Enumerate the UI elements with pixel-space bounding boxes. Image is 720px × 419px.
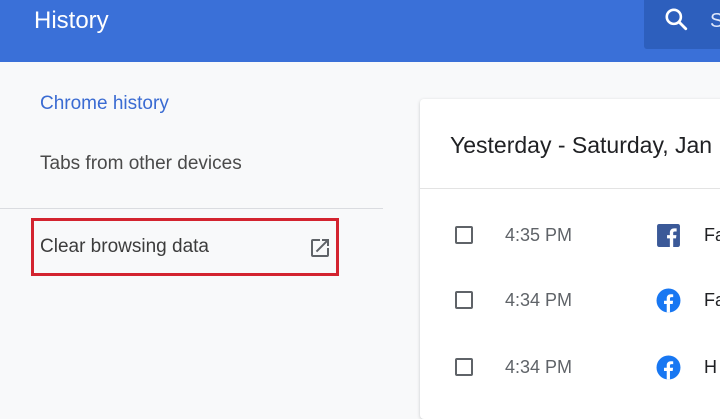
entry-checkbox[interactable] (455, 291, 473, 309)
sidebar-item-chrome-history[interactable]: Chrome history (40, 92, 169, 116)
entry-checkbox[interactable] (455, 226, 473, 244)
history-card: Yesterday - Saturday, Jan 4:35 PM Fa 4:3… (420, 99, 720, 419)
entry-time: 4:35 PM (505, 225, 573, 245)
facebook-round-icon (656, 355, 681, 380)
sidebar-divider (0, 208, 383, 209)
entry-time: 4:34 PM (505, 290, 573, 310)
page-title: History (34, 7, 109, 34)
toolbar: History S (0, 0, 720, 62)
search-placeholder: S (710, 10, 720, 32)
history-date-header: Yesterday - Saturday, Jan (420, 99, 720, 189)
facebook-square-icon (657, 224, 680, 247)
entry-title[interactable]: Fa (704, 289, 720, 311)
history-entry[interactable]: 4:34 PM Fa (420, 272, 720, 332)
history-date-title: Yesterday - Saturday, Jan (450, 132, 713, 158)
clear-browsing-data-label: Clear browsing data (40, 236, 209, 257)
external-link-icon (311, 239, 329, 257)
entry-title[interactable]: H (704, 356, 717, 378)
entry-checkbox[interactable] (455, 358, 473, 376)
search-field[interactable]: S (644, 0, 720, 49)
history-entry[interactable]: 4:34 PM H (420, 339, 720, 399)
sidebar: Chrome history Tabs from other devices C… (0, 62, 400, 405)
search-icon[interactable] (663, 6, 689, 32)
entry-time: 4:34 PM (505, 357, 573, 377)
facebook-round-icon (656, 288, 681, 313)
entry-title[interactable]: Fa (704, 224, 720, 246)
clear-browsing-data-link[interactable]: Clear browsing data (31, 218, 339, 276)
sidebar-item-tabs-from-other-devices[interactable]: Tabs from other devices (40, 152, 242, 176)
history-entry[interactable]: 4:35 PM Fa (420, 207, 720, 267)
